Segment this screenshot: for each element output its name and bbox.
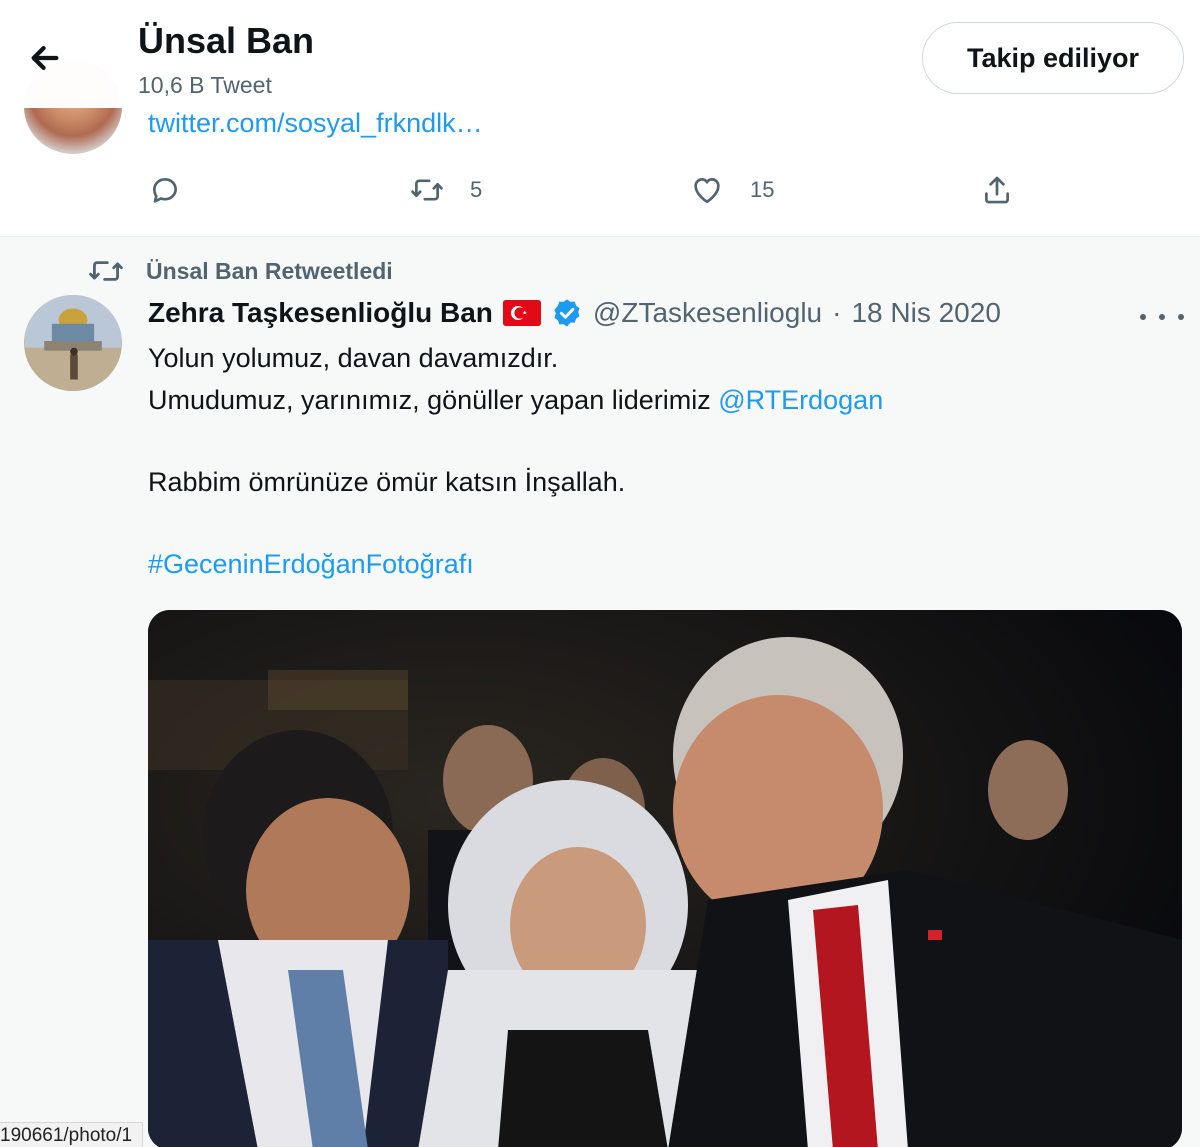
heart-icon (694, 178, 720, 204)
share-upload-icon (985, 176, 1009, 204)
tweet-text-line-1: Yolun yolumuz, davan davamızdır. (148, 343, 559, 373)
tweet-date[interactable]: 18 Nis 2020 (851, 297, 1000, 329)
like-button[interactable]: 15 (690, 170, 774, 210)
hashtag-link[interactable]: #GeceninErdoğanFotoğrafı (148, 549, 474, 580)
mention-link[interactable]: @RTErdogan (718, 385, 883, 415)
author-name[interactable]: Zehra Taşkesenlioğlu Ban (148, 297, 493, 329)
more-dots-icon (1159, 314, 1165, 320)
more-dots-icon (1140, 314, 1146, 320)
reply-button[interactable] (148, 170, 208, 210)
tweet-text-line-3: Rabbim ömrünüze ömür katsın İnşallah. (148, 467, 626, 497)
header-tweet-count: 10,6 B Tweet (138, 72, 272, 98)
retweet-context: Ünsal Ban Retweetledi (88, 255, 393, 287)
retweeted-by-label[interactable]: Ünsal Ban Retweetledi (146, 258, 393, 285)
more-dots-icon (1178, 314, 1184, 320)
retweet-count: 5 (470, 177, 483, 202)
tweet-text-line-2-text: Umudumuz, yarınımız, gönüller yapan lide… (148, 385, 719, 415)
arrow-left-icon (31, 45, 59, 71)
following-button[interactable]: Takip ediliyor (922, 22, 1184, 94)
tweet-author-row: Zehra Taşkesenlioğlu Ban @ZTaskesenliogl… (148, 297, 1001, 329)
turkish-flag-icon (502, 300, 541, 326)
share-button[interactable] (980, 170, 1014, 210)
retweet-icon (411, 179, 443, 201)
author-handle[interactable]: @ZTaskesenlioglu (593, 297, 822, 329)
tweet-photo[interactable] (148, 610, 1182, 1147)
photo-image (148, 610, 1182, 1147)
retweet-button[interactable]: 5 (410, 170, 482, 210)
avatar-image (25, 295, 121, 391)
author-avatar[interactable] (24, 295, 122, 391)
tweet-text-line-2: Umudumuz, yarınımız, gönüller yapan lide… (148, 385, 883, 416)
retweeted-tweet[interactable]: Ünsal Ban Retweetledi Zehra Taşkesenlioğ… (0, 236, 1200, 1147)
back-button[interactable] (22, 35, 68, 81)
separator-dot: · (832, 297, 842, 328)
reply-bubble-icon (153, 178, 177, 203)
previous-tweet-link[interactable]: twitter.com/sosyal_frkndlk… (148, 108, 483, 139)
retweet-icon (89, 261, 123, 281)
like-count: 15 (750, 177, 775, 202)
verified-badge-icon (551, 297, 583, 329)
more-options-button[interactable] (1140, 303, 1184, 331)
header-background (0, 0, 680, 108)
profile-header: Ünsal Ban 10,6 B Tweet Takip ediliyor (0, 0, 1200, 108)
browser-status-url: 190661/photo/1 (0, 1122, 144, 1147)
header-profile-name: Ünsal Ban (138, 20, 315, 61)
